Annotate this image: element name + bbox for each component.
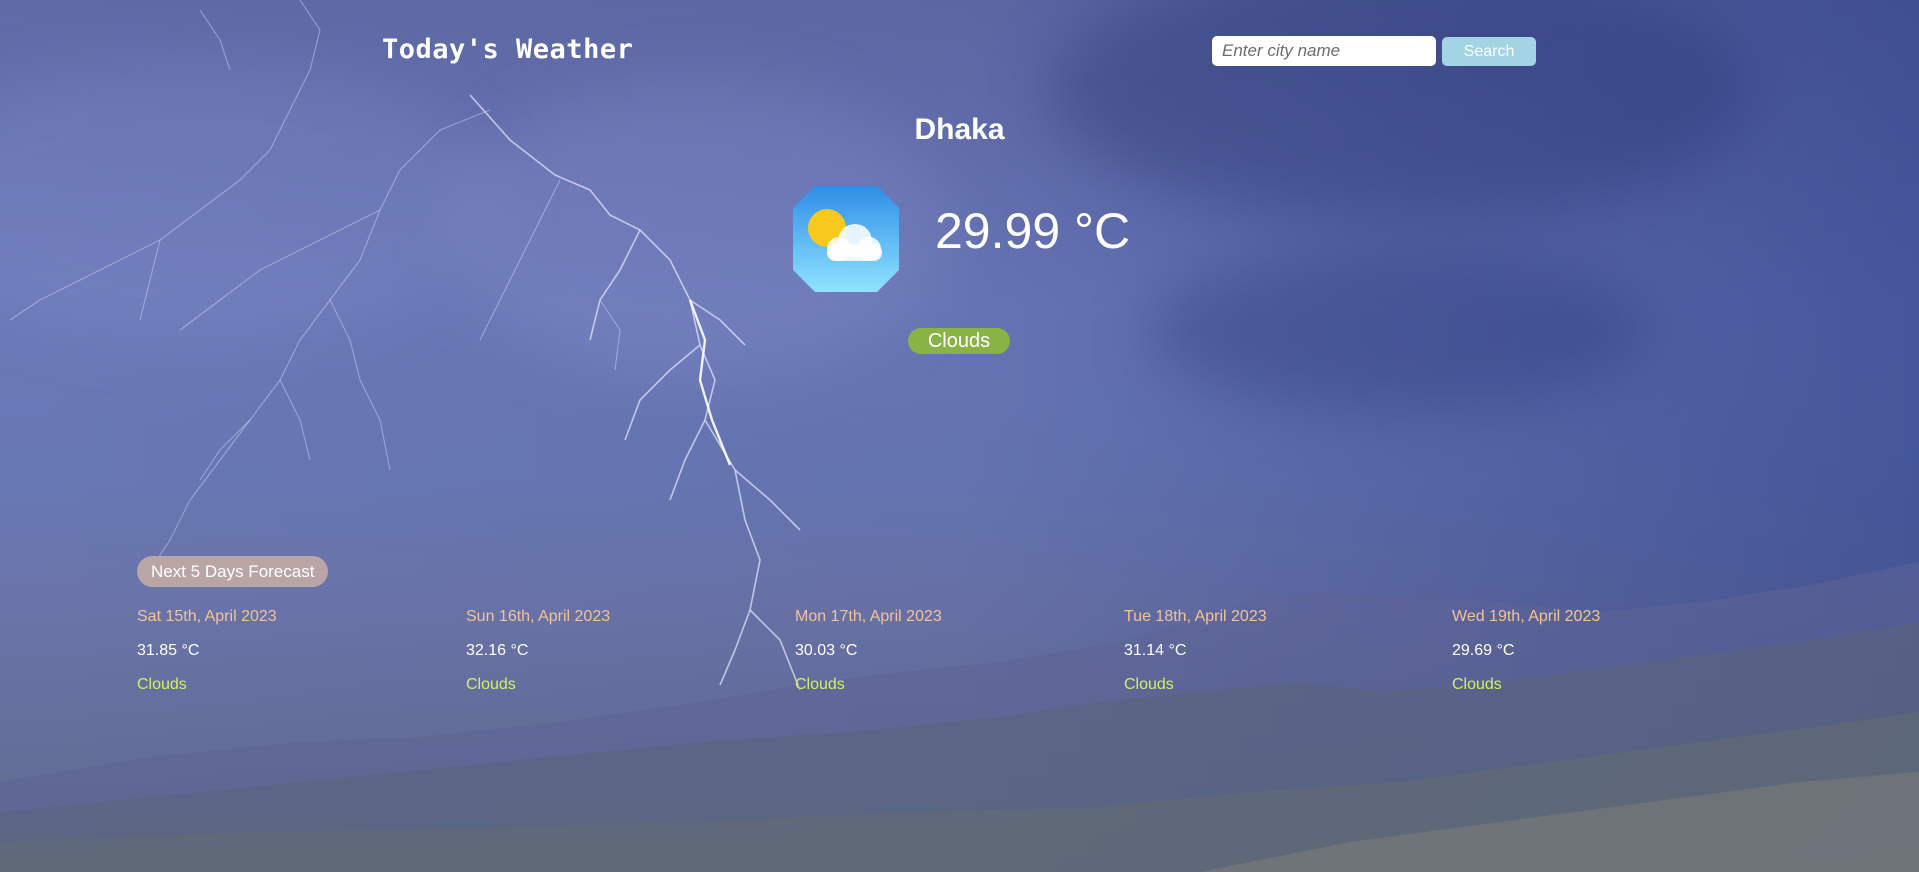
forecast-temperature: 31.14 °C (1124, 642, 1187, 659)
mountain-landscape (0, 562, 1919, 872)
current-temperature: 29.99 °C (935, 203, 1131, 259)
forecast-date: Sat 15th, April 2023 (137, 608, 277, 625)
forecast-temperature: 29.69 °C (1452, 642, 1515, 659)
forecast-temperature: 31.85 °C (137, 642, 200, 659)
forecast-date: Wed 19th, April 2023 (1452, 608, 1601, 625)
city-search-input[interactable] (1212, 36, 1436, 66)
forecast-condition: Clouds (1452, 676, 1502, 693)
forecast-date: Sun 16th, April 2023 (466, 608, 611, 625)
forecast-condition: Clouds (1124, 676, 1174, 693)
forecast-day: Mon 17th, April 2023 30.03 °C Clouds (795, 607, 1095, 695)
forecast-day: Wed 19th, April 2023 29.69 °C Clouds (1452, 607, 1752, 695)
forecast-heading: Next 5 Days Forecast (137, 556, 329, 587)
partly-cloudy-icon (793, 186, 899, 292)
weather-page: Today's Weather Search Dhaka 29.99 °C Cl… (0, 0, 1919, 872)
forecast-condition: Clouds (466, 676, 516, 693)
forecast-temperature: 32.16 °C (466, 642, 529, 659)
condition-badge: Clouds (908, 328, 1010, 354)
city-name: Dhaka (914, 113, 1005, 146)
forecast-day: Sat 15th, April 2023 31.85 °C Clouds (137, 607, 437, 695)
forecast-date: Tue 18th, April 2023 (1124, 608, 1267, 625)
forecast-condition: Clouds (137, 676, 187, 693)
search-button[interactable]: Search (1442, 37, 1536, 66)
forecast-condition: Clouds (795, 676, 845, 693)
forecast-temperature: 30.03 °C (795, 642, 858, 659)
app-title: Today's Weather (382, 34, 634, 65)
forecast-day: Sun 16th, April 2023 32.16 °C Clouds (466, 607, 766, 695)
forecast-date: Mon 17th, April 2023 (795, 608, 942, 625)
forecast-day: Tue 18th, April 2023 31.14 °C Clouds (1124, 607, 1424, 695)
